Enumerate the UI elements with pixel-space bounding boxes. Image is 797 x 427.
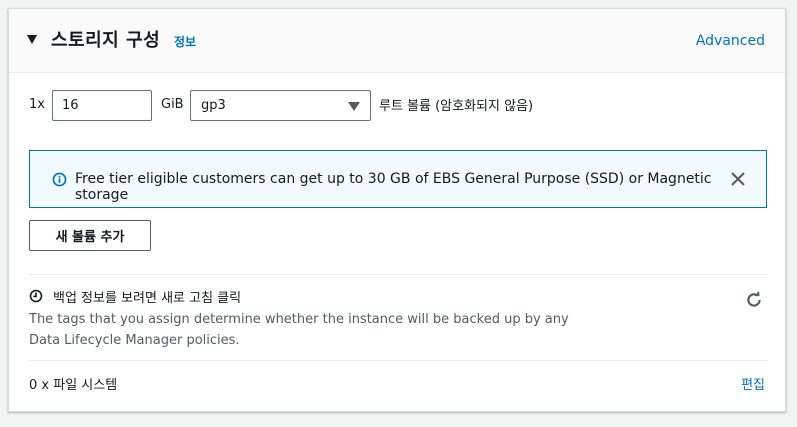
storage-config-panel: 스토리지 구성 정보 Advanced 1x GiB gp3 루트 볼륨 (암호…	[8, 8, 786, 412]
divider	[29, 360, 767, 361]
section-title: 스토리지 구성	[51, 30, 161, 51]
volume-quantity-label: 1x	[29, 97, 45, 112]
root-volume-label: 루트 볼륨 (암호화되지 않음)	[379, 99, 534, 114]
volume-type-select[interactable]: gp3	[190, 90, 371, 121]
add-volume-button[interactable]: 새 볼륨 추가	[29, 220, 151, 251]
filesystem-count-label: 0 x 파일 시스템	[29, 378, 118, 393]
info-icon	[52, 172, 67, 187]
free-tier-alert: Free tier eligible customers can get up …	[29, 150, 767, 208]
backup-info-title: 백업 정보를 보려면 새로 고침 클릭	[53, 291, 242, 306]
edit-filesystems-link[interactable]: 편집	[741, 374, 765, 393]
refresh-icon[interactable]	[745, 291, 763, 309]
backup-description: The tags that you assign determine wheth…	[29, 312, 569, 348]
volume-size-input[interactable]	[52, 90, 152, 121]
info-link[interactable]: 정보	[174, 33, 196, 50]
alert-message: Free tier eligible customers can get up …	[75, 171, 712, 203]
clock-icon	[29, 289, 43, 303]
collapse-caret-icon[interactable]	[27, 35, 37, 44]
advanced-link[interactable]: Advanced	[696, 33, 765, 49]
close-icon[interactable]	[730, 171, 746, 187]
dropdown-caret-icon	[348, 102, 360, 111]
panel-header[interactable]: 스토리지 구성 정보 Advanced	[9, 9, 785, 73]
divider	[29, 274, 767, 275]
volume-type-value: gp3	[201, 98, 226, 113]
volume-size-unit: GiB	[161, 97, 184, 112]
